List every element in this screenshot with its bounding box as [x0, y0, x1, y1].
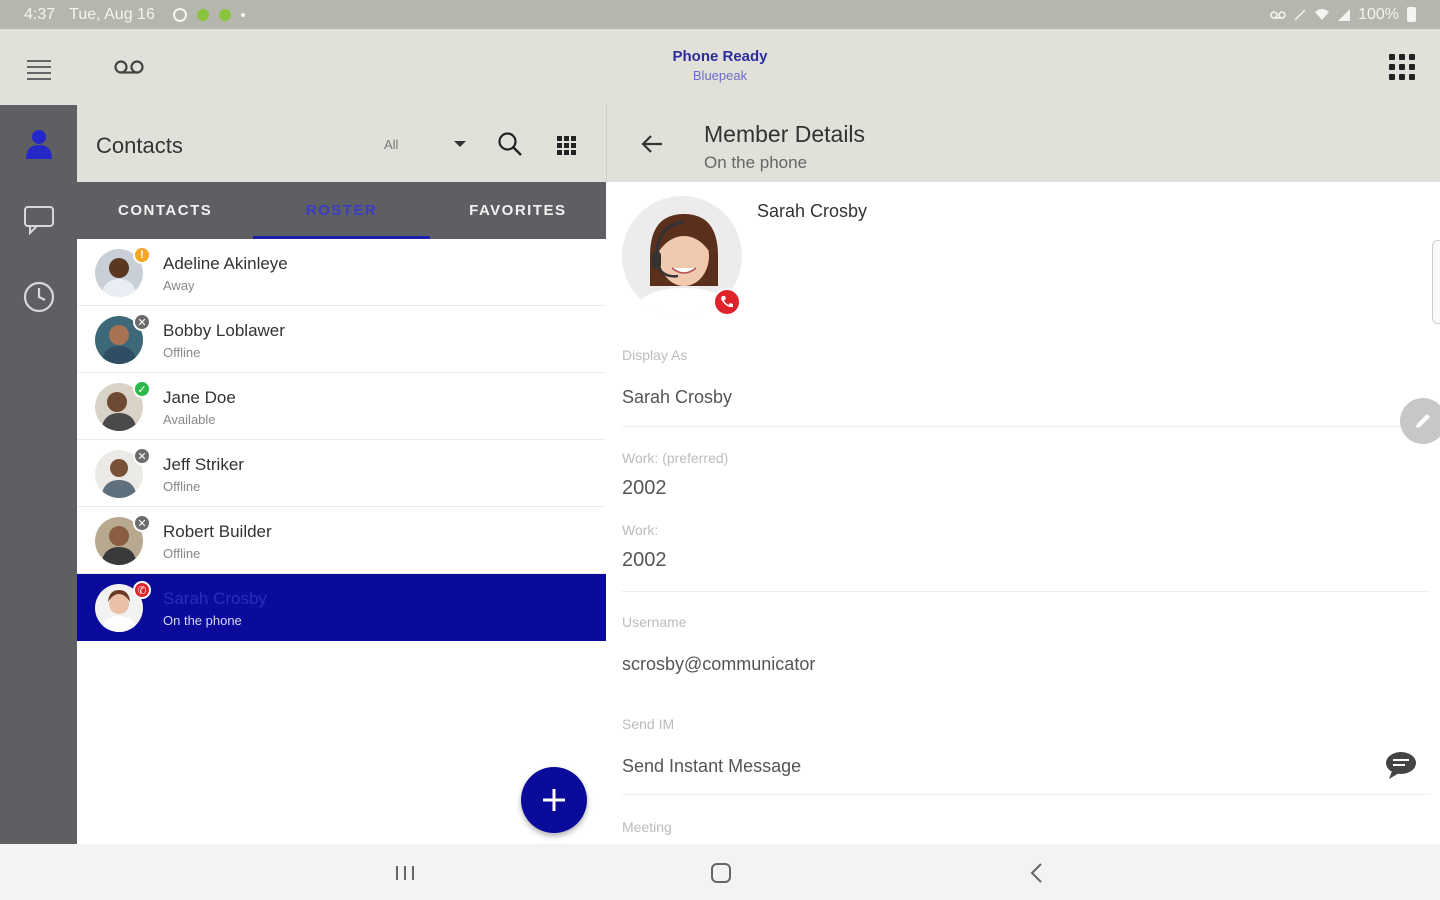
contact-status: Away: [163, 278, 195, 293]
on-phone-status-icon: [713, 288, 741, 316]
contact-name: Bobby Loblawer: [163, 321, 285, 340]
list-item[interactable]: ✕ Bobby Loblawer Offline: [77, 306, 606, 373]
offline-status-icon: ✕: [133, 514, 151, 532]
member-name: Sarah Crosby: [757, 201, 868, 221]
back-arrow-icon[interactable]: [641, 135, 663, 153]
send-im-label: Send IM: [622, 716, 675, 732]
side-drawer-handle[interactable]: [1432, 240, 1440, 324]
meeting-label: Meeting: [622, 819, 672, 835]
plus-icon: [543, 789, 565, 811]
rail-item-history[interactable]: [0, 262, 77, 332]
tab-contacts[interactable]: CONTACTS: [77, 182, 253, 239]
contact-status: Offline: [163, 479, 201, 494]
list-item[interactable]: ! Adeline Akinleye Away: [77, 239, 606, 306]
username-value: scrosby@communicator: [622, 654, 816, 674]
detail-subtitle: On the phone: [704, 153, 808, 172]
rail-item-contacts[interactable]: [0, 109, 77, 179]
contacts-header: Contacts All: [77, 105, 606, 182]
voicemail-status-icon: [1270, 10, 1286, 19]
list-item[interactable]: ✕ Jeff Striker Offline: [77, 440, 606, 507]
grid-view-icon[interactable]: [557, 136, 576, 155]
voicemail-icon[interactable]: [114, 59, 144, 75]
work-preferred-label: Work: (preferred): [622, 450, 729, 466]
chat-bubble-icon[interactable]: [1384, 749, 1418, 781]
divider: [622, 794, 1430, 795]
contacts-filter-select[interactable]: All: [384, 137, 398, 152]
contact-status: Available: [163, 412, 216, 427]
offline-status-icon: ✕: [133, 447, 151, 465]
clock-icon: [23, 281, 54, 313]
status-time: 4:37: [24, 5, 56, 23]
list-item[interactable]: ✓ Jane Doe Available: [77, 373, 606, 440]
available-status-icon: ✓: [133, 380, 151, 398]
battery-icon: [1407, 7, 1416, 22]
home-icon[interactable]: [710, 862, 732, 884]
contact-name: Jane Doe: [163, 388, 236, 407]
hamburger-menu-icon[interactable]: [27, 60, 51, 84]
contact-name: Sarah Crosby: [163, 589, 267, 608]
contact-status: Offline: [163, 345, 201, 360]
work-label: Work:: [622, 522, 659, 538]
contacts-tabs: CONTACTS ROSTER FAVORITES: [77, 182, 606, 239]
contact-status: Offline: [163, 546, 201, 561]
app-bar-status: Phone Ready Bluepeak: [620, 48, 820, 83]
chevron-down-icon[interactable]: [454, 141, 466, 147]
status-bar: 4:37 Tue, Aug 16 100%: [0, 0, 1440, 29]
signal-icon: [1338, 8, 1351, 21]
battery-percent: 100%: [1358, 5, 1399, 23]
contact-status: On the phone: [163, 613, 242, 628]
chat-icon: [23, 206, 54, 235]
edit-button[interactable]: [1400, 398, 1440, 444]
tab-favorites[interactable]: FAVORITES: [430, 182, 606, 239]
android-icon: [196, 8, 209, 21]
phone-status-title: Phone Ready: [672, 48, 768, 65]
contacts-title: Contacts: [96, 133, 183, 158]
username-label: Username: [622, 614, 687, 630]
on-phone-status-icon: ✆: [133, 581, 151, 599]
alarm-icon: [172, 7, 187, 22]
status-date: Tue, Aug 16: [69, 5, 155, 23]
notification-dot-icon: [240, 12, 245, 17]
mute-icon: [1294, 8, 1306, 21]
offline-status-icon: ✕: [133, 313, 151, 331]
send-im-link[interactable]: Send Instant Message: [622, 756, 801, 777]
contact-name: Adeline Akinleye: [163, 254, 288, 273]
contact-list: ! Adeline Akinleye Away ✕ Bobby Loblawer…: [77, 239, 606, 844]
divider: [622, 591, 1430, 592]
detail-header: Member Details On the phone: [606, 105, 1440, 182]
search-icon[interactable]: [497, 131, 523, 157]
away-status-icon: !: [133, 246, 151, 264]
contact-name: Robert Builder: [163, 522, 272, 541]
system-navigation-bar: [0, 844, 1440, 900]
back-icon[interactable]: [1029, 862, 1043, 884]
recent-apps-icon[interactable]: [394, 864, 416, 882]
navigation-rail: [0, 105, 77, 844]
phone-status-subtitle: Bluepeak: [692, 68, 748, 83]
work-preferred-value[interactable]: 2002: [622, 477, 667, 500]
person-icon: [25, 130, 52, 159]
display-as-value: Sarah Crosby: [622, 387, 733, 407]
member-details: Sarah Crosby Display As Sarah Crosby Wor…: [606, 182, 1440, 844]
add-contact-button[interactable]: [521, 767, 587, 833]
display-as-label: Display As: [622, 347, 688, 363]
android-debug-icon: [218, 8, 231, 21]
detail-title: Member Details: [704, 121, 866, 147]
work-value[interactable]: 2002: [622, 549, 667, 572]
wifi-icon: [1315, 9, 1330, 20]
tab-roster[interactable]: ROSTER: [253, 182, 430, 239]
contact-name: Jeff Striker: [163, 455, 244, 474]
list-item[interactable]: ✕ Robert Builder Offline: [77, 507, 606, 574]
pencil-icon: [1416, 414, 1430, 428]
divider: [622, 426, 1430, 427]
dialpad-icon[interactable]: [1389, 54, 1415, 80]
rail-item-chat[interactable]: [0, 185, 77, 255]
app-bar: Phone Ready Bluepeak: [0, 29, 1440, 105]
list-item-selected[interactable]: ✆ Sarah Crosby On the phone: [77, 574, 606, 641]
